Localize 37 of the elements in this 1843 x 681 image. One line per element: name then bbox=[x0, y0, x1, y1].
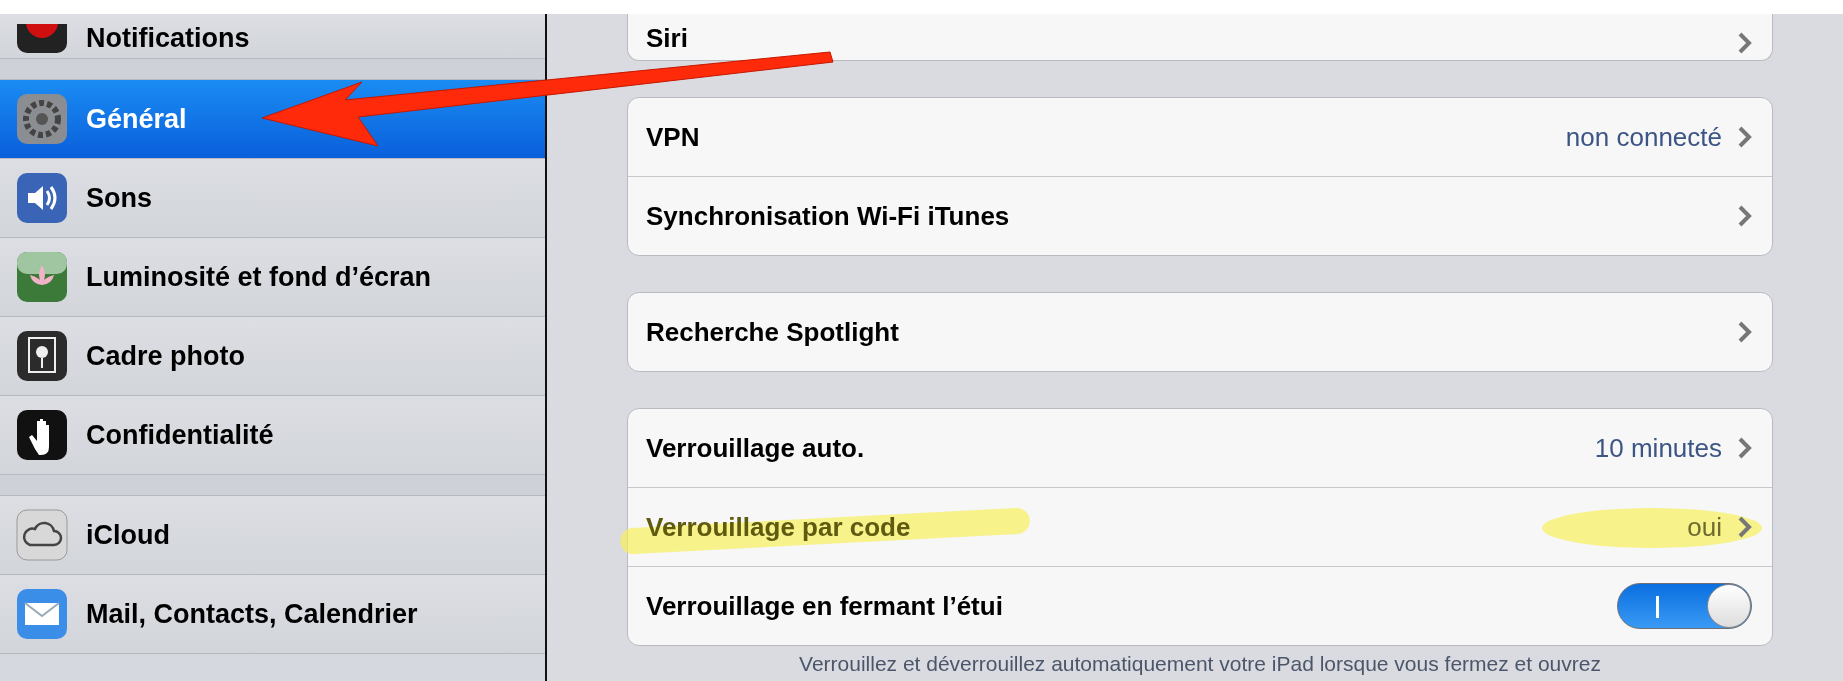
picture-frame-icon bbox=[16, 330, 68, 382]
settings-row[interactable]: Verrouillage auto. 10 minutes bbox=[628, 409, 1772, 488]
toggle-switch[interactable] bbox=[1617, 583, 1752, 629]
chevron-icon bbox=[1738, 126, 1752, 148]
row-label: Siri bbox=[646, 23, 688, 54]
row-label: VPN bbox=[646, 121, 700, 153]
row-label: Recherche Spotlight bbox=[646, 316, 899, 348]
sidebar-item[interactable]: Confidentialité bbox=[0, 396, 545, 475]
row-label: Verrouillage en fermant l’étui bbox=[646, 590, 1003, 622]
sidebar-item[interactable]: Sons bbox=[0, 159, 545, 238]
gear-icon bbox=[16, 93, 68, 145]
notifications-icon bbox=[16, 24, 68, 54]
row-value: 10 minutes bbox=[1594, 432, 1722, 464]
hand-icon bbox=[16, 409, 68, 461]
row-label: Verrouillage auto. bbox=[646, 432, 865, 464]
row-value: oui bbox=[1687, 511, 1722, 543]
sidebar-item[interactable]: Notifications bbox=[0, 14, 545, 59]
envelope-icon bbox=[16, 588, 68, 640]
chevron-icon bbox=[1738, 205, 1752, 227]
sidebar-item[interactable]: iCloud bbox=[0, 496, 545, 575]
chevron-icon bbox=[1738, 321, 1752, 343]
flower-icon bbox=[16, 251, 68, 303]
chevron-icon bbox=[1738, 32, 1752, 54]
footer-note: Verrouillez et déverrouillez automatiquement votre iPad lorsque vous fermez et ouvrez bbox=[798, 652, 1602, 676]
settings-row[interactable]: Recherche Spotlight bbox=[628, 293, 1772, 371]
sidebar-item[interactable]: Cadre photo bbox=[0, 317, 545, 396]
row-value: non connecté bbox=[1565, 121, 1722, 153]
chevron-icon bbox=[1738, 516, 1752, 538]
cloud-icon bbox=[16, 509, 68, 561]
sidebar-item[interactable]: Luminosité et fond d’écran bbox=[0, 238, 545, 317]
sidebar-item[interactable]: Mail, Contacts, Calendrier bbox=[0, 575, 545, 654]
settings-row[interactable]: Synchronisation Wi-Fi iTunes bbox=[628, 177, 1772, 255]
chevron-icon bbox=[1738, 437, 1752, 459]
settings-row[interactable]: Siri bbox=[628, 14, 1772, 60]
row-label: Synchronisation Wi-Fi iTunes bbox=[646, 200, 1010, 232]
speaker-icon bbox=[16, 172, 68, 224]
settings-row[interactable]: VPN non connecté bbox=[628, 98, 1772, 177]
